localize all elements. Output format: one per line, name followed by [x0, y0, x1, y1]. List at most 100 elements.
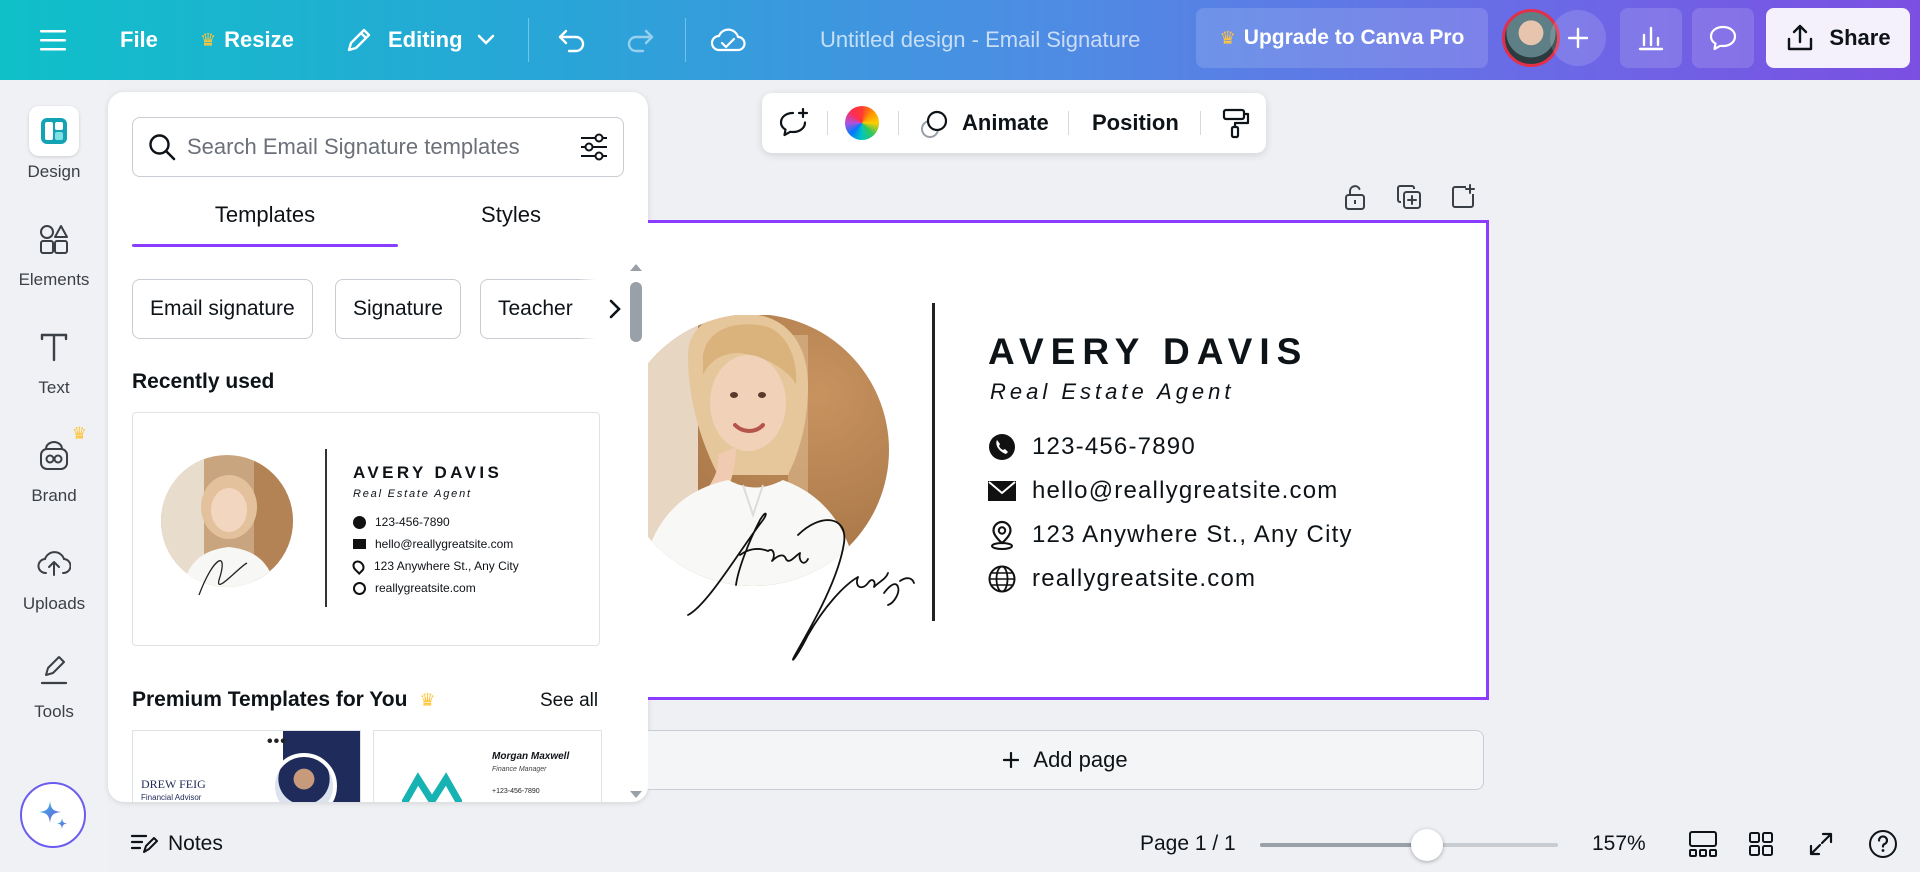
tab-styles[interactable]: Styles [398, 202, 624, 242]
template-preview-email: hello@reallygreatsite.com [353, 537, 513, 551]
template-thumbnail-photo [161, 455, 293, 596]
zoom-slider-thumb[interactable] [1410, 829, 1443, 861]
active-tab-indicator [132, 244, 398, 247]
comment-add-icon [779, 108, 809, 137]
pages-view-button[interactable] [1688, 826, 1718, 862]
duplicate-page-button[interactable] [1394, 182, 1424, 212]
agent-photo[interactable] [648, 315, 928, 685]
mail-icon [988, 477, 1016, 505]
add-page-icon-button[interactable] [1448, 182, 1478, 212]
phone-icon [988, 433, 1016, 461]
magic-assistant-button[interactable] [20, 782, 86, 848]
position-button[interactable]: Position [1092, 93, 1179, 153]
design-icon [41, 118, 67, 144]
brand-icon [40, 440, 68, 470]
add-collaborator-button[interactable] [1550, 10, 1606, 66]
panel-scrollbar-thumb[interactable] [630, 282, 642, 342]
hamburger-icon [40, 30, 66, 51]
rail-text[interactable]: Text [0, 322, 108, 422]
chip-email-signature[interactable]: Email signature [132, 279, 313, 339]
duplicate-icon [1397, 185, 1421, 209]
grid-view-button[interactable] [1748, 826, 1774, 862]
template-search-input[interactable] [187, 134, 567, 160]
top-bar: File ♛ Resize Editing Untitled design - E… [0, 0, 1920, 80]
template-search-box [132, 117, 624, 177]
notes-icon [130, 834, 158, 853]
template-preview-name: AVERY DAVIS [353, 463, 503, 482]
template-preview-website: reallygreatsite.com [353, 581, 476, 595]
add-comment-button[interactable] [776, 93, 812, 153]
insights-button[interactable] [1620, 8, 1682, 68]
shapes-icon [40, 225, 68, 254]
signature-address-row[interactable]: 123 Anywhere St., Any City [988, 520, 1353, 550]
copy-style-button[interactable] [1218, 93, 1254, 153]
expand-icon [1809, 832, 1833, 856]
sparkle-icon [39, 801, 67, 829]
tab-templates[interactable]: Templates [132, 202, 398, 242]
help-button[interactable] [1868, 826, 1898, 862]
rail-design[interactable]: Design [0, 106, 108, 206]
zoom-slider[interactable] [1260, 843, 1558, 847]
template-preview-address: 123 Anywhere St., Any City [350, 557, 519, 575]
zoom-slider-fill [1260, 843, 1427, 847]
recent-template-card[interactable]: AVERY DAVIS Real Estate Agent 123-456-78… [132, 412, 600, 646]
location-pin-icon [350, 557, 367, 575]
color-picker-button[interactable] [844, 93, 880, 153]
lock-page-button[interactable] [1340, 182, 1370, 212]
share-button[interactable]: Share [1766, 8, 1910, 68]
crown-icon: ♛ [419, 689, 436, 710]
zoom-level[interactable]: 157% [1592, 826, 1646, 862]
see-all-link[interactable]: See all [540, 690, 598, 712]
editing-mode-button[interactable]: Editing [344, 20, 495, 60]
chips-next-button[interactable] [578, 279, 622, 339]
filter-sliders-icon[interactable] [579, 133, 609, 161]
globe-icon [353, 581, 366, 595]
signature-website-row[interactable]: reallygreatsite.com [988, 565, 1256, 593]
pages-layout-icon [1689, 831, 1717, 857]
rail-tools[interactable]: Tools [0, 646, 108, 746]
menu-button[interactable] [30, 20, 76, 60]
premium-template-card-2[interactable]: Morgan Maxwell Finance Manager +123-456-… [373, 730, 602, 802]
cloud-save-button[interactable] [708, 20, 748, 60]
more-options-icon[interactable]: ••• [267, 733, 287, 751]
chip-signature[interactable]: Signature [335, 279, 461, 339]
document-title[interactable]: Untitled design - Email Signature [820, 20, 1140, 60]
notes-button[interactable]: Notes [130, 826, 223, 862]
location-pin-icon [988, 520, 1016, 550]
rail-elements[interactable]: Elements [0, 214, 108, 314]
design-canvas[interactable]: AVERY DAVIS Real Estate Agent 123-456-78… [648, 220, 1489, 700]
file-menu[interactable]: File [120, 20, 158, 60]
scroll-up-arrow-icon[interactable] [629, 262, 643, 272]
plus-icon [1567, 27, 1589, 49]
resize-button[interactable]: ♛ Resize [200, 20, 294, 60]
redo-button[interactable] [620, 20, 660, 60]
signature-role[interactable]: Real Estate Agent [990, 379, 1235, 405]
signature-email-row[interactable]: hello@reallygreatsite.com [988, 477, 1338, 505]
bar-chart-icon [1638, 26, 1664, 51]
rail-brand[interactable]: ♛ Brand [0, 424, 108, 530]
add-page-icon [1452, 184, 1475, 208]
upgrade-button[interactable]: ♛ Upgrade to Canva Pro [1196, 8, 1488, 68]
color-wheel-icon [845, 106, 879, 140]
add-page-button[interactable]: Add page [648, 730, 1484, 790]
undo-button[interactable] [552, 20, 592, 60]
templates-panel: Templates Styles Email signature Signatu… [108, 92, 648, 802]
rail-uploads[interactable]: Uploads [0, 538, 108, 638]
premium-thumb-role: Financial Advisor [141, 793, 202, 802]
comments-button[interactable] [1692, 8, 1754, 68]
fullscreen-button[interactable] [1808, 826, 1834, 862]
signature-phone-row[interactable]: 123-456-7890 [988, 433, 1196, 461]
premium-thumb-name: Morgan Maxwell [492, 751, 570, 762]
animate-button[interactable]: Animate [920, 93, 1049, 153]
template-preview-role: Real Estate Agent [353, 488, 472, 500]
signature-name[interactable]: AVERY DAVIS [988, 331, 1308, 373]
chevron-down-icon [477, 34, 494, 45]
animate-icon [921, 110, 948, 138]
premium-template-card-1[interactable]: ••• DREW FEIG Financial Advisor [132, 730, 361, 802]
redo-icon [627, 29, 654, 53]
comment-icon [1709, 25, 1737, 51]
page-indicator[interactable]: Page 1 / 1 [1140, 826, 1236, 862]
cloud-upload-icon [37, 551, 71, 576]
unlock-icon [1345, 185, 1365, 210]
scroll-down-arrow-icon[interactable] [629, 790, 643, 800]
